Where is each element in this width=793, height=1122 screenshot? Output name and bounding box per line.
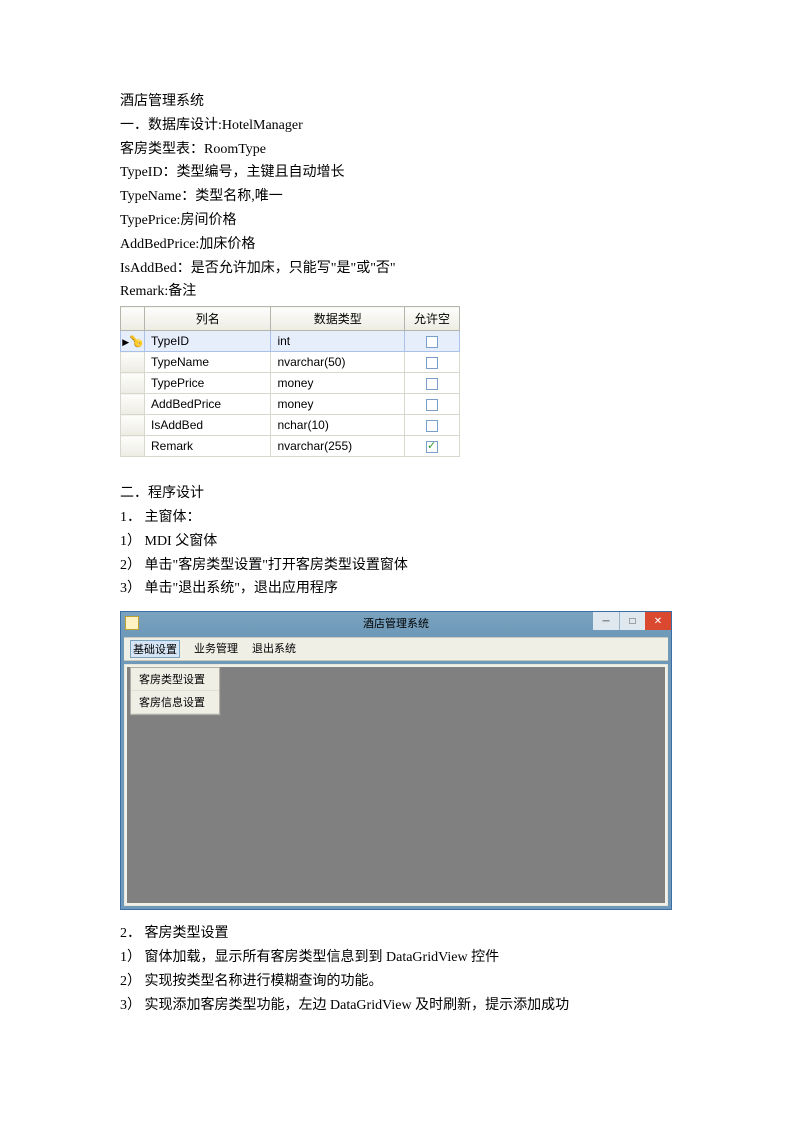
- s3-s2-2: 2） 实现按类型名称进行模糊查询的功能。: [120, 970, 673, 994]
- s1-line6: IsAddBed：是否允许加床，只能写"是"或"否": [120, 257, 673, 281]
- col-type-cell[interactable]: nvarchar(50): [271, 352, 405, 373]
- menu-business[interactable]: 业务管理: [194, 640, 238, 658]
- page-title: 酒店管理系统: [120, 90, 673, 114]
- checkbox-icon[interactable]: [426, 378, 438, 390]
- s1-line2: TypeID：类型编号，主键且自动增长: [120, 161, 673, 185]
- close-button[interactable]: ✕: [645, 612, 671, 630]
- col-null-cell[interactable]: [405, 415, 460, 436]
- triangle-icon: ▶: [122, 337, 129, 348]
- table-row[interactable]: IsAddBed nchar(10): [121, 415, 460, 436]
- col-name-cell[interactable]: AddBedPrice: [145, 394, 271, 415]
- row-header: [121, 436, 145, 457]
- menu-basic[interactable]: 基础设置: [130, 640, 180, 658]
- th-col-type: 数据类型: [271, 307, 405, 331]
- col-name-cell[interactable]: IsAddBed: [145, 415, 271, 436]
- db-schema-table: 列名 数据类型 允许空 ▶🔑 TypeID int TypeName nvarc…: [120, 306, 460, 457]
- table-row[interactable]: ▶🔑 TypeID int: [121, 331, 460, 352]
- key-icon: 🔑: [129, 335, 142, 349]
- col-type-cell[interactable]: int: [271, 331, 405, 352]
- col-type-cell[interactable]: money: [271, 373, 405, 394]
- col-null-cell[interactable]: [405, 436, 460, 457]
- menu-item-roomtype[interactable]: 客房类型设置: [131, 668, 219, 691]
- menu-bar: 基础设置 业务管理 退出系统: [124, 637, 668, 661]
- mdi-client-area: 客房类型设置 客房信息设置: [124, 664, 668, 906]
- s2-s1-1: 1） MDI 父窗体: [120, 530, 673, 554]
- s2-s1-3: 3） 单击"退出系统"，退出应用程序: [120, 577, 673, 601]
- s3-s2: 2． 客房类型设置: [120, 922, 673, 946]
- col-name-cell[interactable]: TypeName: [145, 352, 271, 373]
- col-type-cell[interactable]: nvarchar(255): [271, 436, 405, 457]
- s1-line1: 客房类型表：RoomType: [120, 138, 673, 162]
- col-null-cell[interactable]: [405, 373, 460, 394]
- checkbox-checked-icon[interactable]: [426, 441, 438, 453]
- col-name-cell[interactable]: TypePrice: [145, 373, 271, 394]
- col-null-cell[interactable]: [405, 394, 460, 415]
- s3-s2-1: 1） 窗体加载，显示所有客房类型信息到到 DataGridView 控件: [120, 946, 673, 970]
- th-col-name: 列名: [145, 307, 271, 331]
- section1-heading: 一．数据库设计:HotelManager: [120, 114, 673, 138]
- menu-exit[interactable]: 退出系统: [252, 640, 296, 658]
- row-header: [121, 415, 145, 436]
- s2-s1-2: 2） 单击"客房类型设置"打开客房类型设置窗体: [120, 554, 673, 578]
- checkbox-icon[interactable]: [426, 357, 438, 369]
- section2-heading: 二．程序设计: [120, 482, 673, 506]
- row-header: [121, 352, 145, 373]
- app-icon: [125, 616, 139, 630]
- menu-item-roominfo[interactable]: 客房信息设置: [131, 691, 219, 714]
- checkbox-icon[interactable]: [426, 336, 438, 348]
- s2-s1: 1． 主窗体：: [120, 506, 673, 530]
- title-bar[interactable]: 酒店管理系统 ─ □ ✕: [121, 612, 671, 634]
- table-row[interactable]: TypePrice money: [121, 373, 460, 394]
- checkbox-icon[interactable]: [426, 420, 438, 432]
- s1-line4: TypePrice:房间价格: [120, 209, 673, 233]
- table-row[interactable]: Remark nvarchar(255): [121, 436, 460, 457]
- th-col-null: 允许空: [405, 307, 460, 331]
- row-header: [121, 373, 145, 394]
- col-name-cell[interactable]: Remark: [145, 436, 271, 457]
- window-title: 酒店管理系统: [363, 615, 429, 631]
- th-blank: [121, 307, 145, 331]
- s3-s2-3: 3） 实现添加客房类型功能，左边 DataGridView 及时刷新，提示添加成…: [120, 994, 673, 1018]
- s1-line3: TypeName：类型名称,唯一: [120, 185, 673, 209]
- minimize-button[interactable]: ─: [593, 612, 619, 630]
- app-window: 酒店管理系统 ─ □ ✕ 基础设置 业务管理 退出系统 客房类型设置 客房信息设…: [120, 611, 672, 910]
- table-row[interactable]: AddBedPrice money: [121, 394, 460, 415]
- col-type-cell[interactable]: money: [271, 394, 405, 415]
- col-name-cell[interactable]: TypeID: [145, 331, 271, 352]
- table-row[interactable]: TypeName nvarchar(50): [121, 352, 460, 373]
- row-header: ▶🔑: [121, 331, 145, 352]
- s1-line7: Remark:备注: [120, 280, 673, 304]
- row-header: [121, 394, 145, 415]
- menu-dropdown: 客房类型设置 客房信息设置: [130, 667, 220, 715]
- s1-line5: AddBedPrice:加床价格: [120, 233, 673, 257]
- maximize-button[interactable]: □: [619, 612, 645, 630]
- col-null-cell[interactable]: [405, 352, 460, 373]
- col-null-cell[interactable]: [405, 331, 460, 352]
- col-type-cell[interactable]: nchar(10): [271, 415, 405, 436]
- checkbox-icon[interactable]: [426, 399, 438, 411]
